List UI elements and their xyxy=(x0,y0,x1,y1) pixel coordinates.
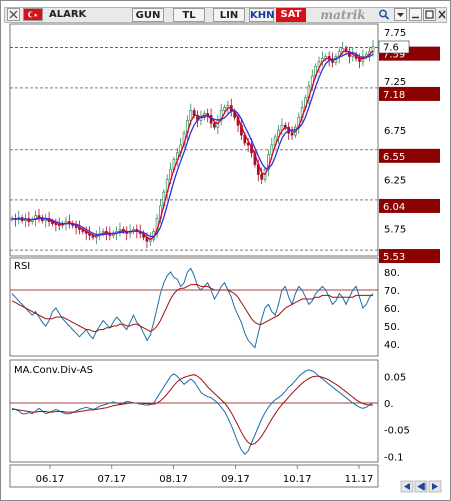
rsi-panel-frame xyxy=(9,257,379,357)
time-axis-frame xyxy=(9,464,379,488)
candle-body xyxy=(213,122,216,128)
scroll-left-icon[interactable] xyxy=(400,480,414,493)
rsi-tick-label: 40. xyxy=(384,340,400,351)
macd-title: MA.Conv.Div-AS xyxy=(14,365,93,376)
price-tick-label: 5.75 xyxy=(384,224,406,235)
rsi-tick-label: 80. xyxy=(384,268,400,279)
level-label: 6.55 xyxy=(383,152,405,163)
rsi-tick-label: 70. xyxy=(384,286,400,297)
macd-tick-label: -0.1 xyxy=(384,452,404,463)
level-label: 6.04 xyxy=(383,202,405,213)
svg-text:7.6: 7.6 xyxy=(383,43,399,54)
chart-canvas: 7.597.186.556.045.53 7.757.256.756.255.7… xyxy=(9,23,442,493)
x-tick-label: 08.17 xyxy=(159,474,188,485)
macd-axis: 0.05 0. -0.05 -0.1 xyxy=(384,372,410,463)
candle-body xyxy=(192,110,196,116)
last-price-label: 7.6 xyxy=(378,40,410,54)
x-tick-label: 07.17 xyxy=(97,474,126,485)
x-tick-label: 10.17 xyxy=(283,474,312,485)
x-tick-label: 06.17 xyxy=(36,474,65,485)
chart-window: ALARK GUN TL LIN KHN SAT matrik 7.59 7.18… xyxy=(0,0,451,501)
rsi-axis: 80. 70. 60. 50. 40. xyxy=(384,268,400,351)
rsi-tick-label: 60. xyxy=(384,304,400,315)
scroll-first-icon[interactable] xyxy=(414,480,428,493)
x-tick-label: 11.17 xyxy=(345,474,374,485)
scroll-right-icon[interactable] xyxy=(428,480,442,493)
level-label: 7.18 xyxy=(383,90,405,101)
macd-tick-label: -0.05 xyxy=(384,426,410,437)
candle-body xyxy=(223,107,226,111)
x-tick-label: 09.17 xyxy=(221,474,250,485)
price-tick-label: 7.25 xyxy=(384,77,406,88)
rsi-title: RSI xyxy=(14,261,30,272)
macd-tick-label: 0.05 xyxy=(384,372,406,383)
macd-tick-label: 0. xyxy=(384,399,394,410)
candle-body xyxy=(341,48,344,52)
rsi-tick-label: 50. xyxy=(384,322,400,333)
candle-body xyxy=(290,132,294,136)
price-tick-label: 7.75 xyxy=(384,28,406,39)
candle-body xyxy=(260,174,264,180)
price-tick-label: 6.75 xyxy=(384,126,406,137)
price-tick-label: 6.25 xyxy=(384,175,406,186)
level-label: 5.53 xyxy=(383,252,405,263)
